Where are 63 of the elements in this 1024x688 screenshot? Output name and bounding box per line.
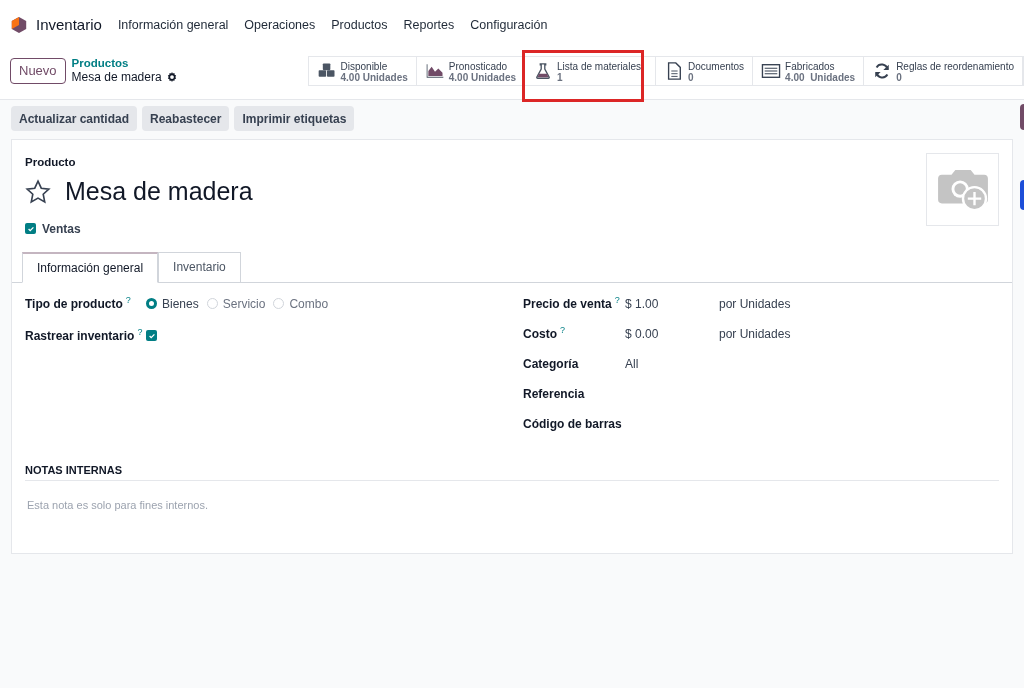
field-label: Precio de venta [523, 296, 612, 314]
checkbox[interactable] [25, 223, 36, 235]
help-tooltip[interactable]: ? [614, 295, 620, 306]
help-tooltip[interactable]: ? [560, 325, 565, 336]
product-name: Mesa de madera [65, 176, 253, 208]
smart-button-value: 4.00 Unidades [340, 72, 408, 83]
smart-button-label: Reglas de reordenamiento [896, 61, 1014, 72]
radio-label: Bienes [162, 295, 199, 313]
tab[interactable]: Inventario [158, 251, 241, 283]
radio-label: Combo [289, 295, 329, 313]
action-button[interactable]: Imprimir etiquetas [234, 106, 355, 131]
checkmark-icon [26, 224, 35, 233]
smart-button-label: Pronosticado [448, 61, 509, 72]
record-name: Mesa de madera [71, 70, 162, 84]
field-value: $ 1.00 [625, 296, 660, 314]
checkbox[interactable] [146, 330, 157, 342]
smart-button-value: 0 [896, 72, 902, 83]
unit-label: por Unidades [719, 296, 791, 314]
smart-button-value: 4.00 Unidades [785, 72, 856, 83]
menu-item[interactable]: Configuración [470, 15, 548, 35]
radio-label: Servicio [222, 295, 266, 313]
field-value: All [625, 356, 640, 374]
boxes-icon [316, 62, 337, 80]
menu-item[interactable]: Reportes [403, 15, 455, 35]
notes-field[interactable]: Esta nota es solo para fines internos. [25, 497, 999, 538]
smart-button-value: 1 [557, 72, 564, 83]
radio-button[interactable] [146, 298, 157, 310]
star-icon[interactable] [25, 179, 51, 205]
area-chart-icon [424, 62, 445, 80]
help-tooltip[interactable]: ? [137, 326, 143, 337]
field-label: Rastrear inventario [25, 327, 135, 345]
help-tooltip[interactable]: ? [125, 294, 131, 305]
new-button[interactable]: Nuevo [10, 58, 66, 84]
field-label: Costo [523, 326, 557, 344]
checkmark-icon [147, 331, 156, 340]
checkbox-label: Ventas [42, 220, 81, 238]
menu-item[interactable]: Información general [117, 15, 229, 35]
field-label: Tipo de producto [25, 295, 123, 313]
side-tab[interactable] [1020, 104, 1024, 130]
field-label: Producto [25, 155, 77, 170]
field-label: Referencia [523, 386, 585, 404]
smart-button-value: 0 [687, 72, 695, 83]
settings-icon [166, 72, 177, 82]
unit-label: por Unidades [719, 326, 791, 344]
field-label: Categoría [523, 356, 579, 374]
breadcrumb-link[interactable]: Productos [71, 56, 177, 70]
section-title: NOTAS INTERNAS [25, 461, 999, 482]
smart-button-label: Lista de materiales [557, 61, 641, 72]
list-icon [761, 62, 782, 80]
menu-item[interactable]: Operaciones [244, 15, 316, 35]
app-name[interactable]: Inventario [36, 13, 102, 37]
smart-button-value: 4.00 Unidades [448, 72, 517, 83]
action-button[interactable]: Reabastecer [142, 106, 230, 131]
smart-button-label: Documentos [687, 61, 745, 72]
action-button[interactable]: Actualizar cantidad [11, 106, 138, 131]
tab[interactable]: Información general [22, 251, 159, 283]
side-tab[interactable] [1020, 180, 1024, 210]
field-value: $ 0.00 [625, 326, 660, 344]
smart-button-label: Fabricados [785, 61, 836, 72]
menu-item[interactable]: Productos [331, 15, 388, 35]
field-label: Código de barras [523, 416, 622, 434]
smart-button-label: Disponible [340, 61, 388, 72]
app-logo-icon [10, 16, 28, 34]
